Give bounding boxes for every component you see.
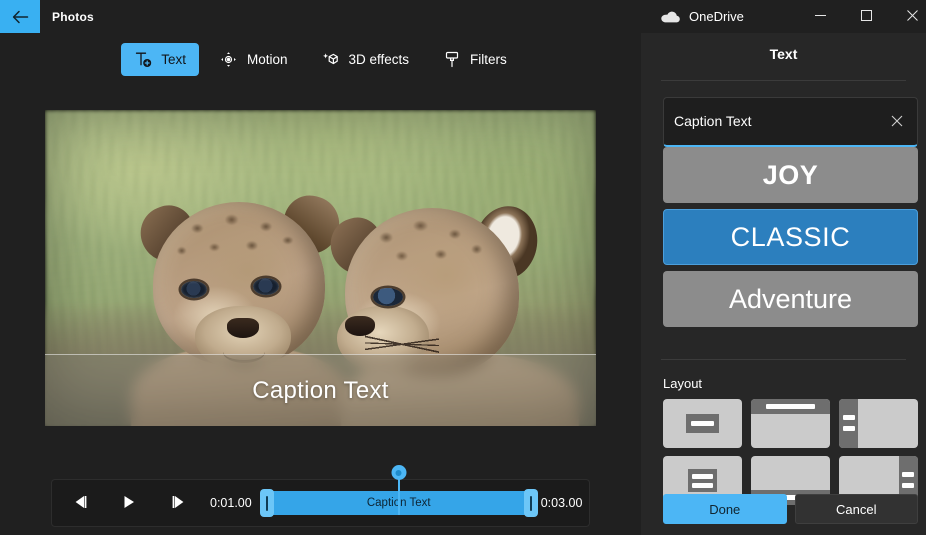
tool-3d-effects[interactable]: 3D effects — [309, 43, 423, 76]
layout-glyph-bar — [902, 472, 914, 477]
photos-video-editor-window: Photos OneDrive Text Motion 3D effects F… — [0, 0, 926, 535]
layout-option-left-column[interactable] — [839, 399, 918, 448]
text-settings-panel: Text JOY CLASSIC Adventure — [641, 33, 926, 535]
tool-filters[interactable]: Filters — [430, 43, 520, 76]
layout-glyph-bar — [902, 483, 914, 488]
clip-start-handle[interactable] — [259, 489, 274, 517]
app-title: Photos — [52, 9, 94, 24]
panel-divider — [661, 80, 906, 81]
layout-glyph-block — [688, 469, 717, 492]
motion-icon — [220, 50, 238, 68]
tool-text-label: Text — [161, 51, 186, 67]
layout-glyph-bar — [843, 415, 855, 420]
next-frame-button[interactable] — [158, 483, 198, 523]
playhead-handle[interactable] — [391, 465, 407, 480]
tool-motion-label: Motion — [246, 51, 288, 67]
style-name: CLASSIC — [730, 221, 851, 252]
layout-glyph-bar — [692, 474, 713, 479]
back-arrow-icon — [12, 10, 29, 24]
tool-text[interactable]: Text — [121, 42, 199, 76]
layout-option-top-bar[interactable] — [751, 399, 830, 448]
done-button[interactable]: Done — [663, 494, 787, 524]
clear-text-button[interactable] — [881, 106, 913, 138]
3d-effects-icon — [322, 50, 340, 68]
previous-frame-icon — [73, 495, 88, 512]
tool-filters-label: Filters — [470, 51, 507, 67]
back-button[interactable] — [0, 0, 40, 33]
cloud-icon — [661, 10, 680, 23]
close-button[interactable] — [889, 0, 926, 33]
styles-divider — [661, 359, 906, 360]
close-icon — [891, 115, 903, 130]
style-name: Adventure — [728, 283, 853, 314]
cancel-button[interactable]: Cancel — [794, 494, 918, 524]
layout-glyph-bar — [766, 404, 815, 409]
panel-title: Text — [769, 46, 798, 62]
style-option-adventure[interactable]: Adventure — [663, 271, 918, 327]
maximize-button[interactable] — [843, 0, 889, 33]
layout-option-centered-box[interactable] — [663, 399, 742, 448]
layout-section-label: Layout — [663, 376, 703, 391]
layout-glyph-block — [839, 399, 858, 448]
previous-frame-button[interactable] — [60, 483, 100, 523]
timeline-bar: 0:01.00 Caption Text 0:03.00 — [51, 465, 590, 527]
play-icon — [122, 495, 136, 512]
tool-3d-effects-label: 3D effects — [348, 51, 410, 67]
caption-overlay-band[interactable]: Caption Text — [45, 354, 596, 426]
editor-area: Text Motion 3D effects Filters Caption T… — [0, 33, 641, 535]
tool-motion[interactable]: Motion — [207, 43, 301, 76]
close-icon — [906, 9, 918, 24]
end-time-label: 0:03.00 — [540, 496, 583, 510]
clip-end-handle[interactable] — [523, 489, 538, 517]
layout-glyph-bar — [691, 421, 714, 426]
start-time-label: 0:01.00 — [210, 496, 252, 510]
panel-action-buttons: Done Cancel — [663, 494, 918, 524]
edit-tools-toolbar: Text Motion 3D effects Filters — [0, 38, 641, 80]
caption-overlay-text: Caption Text — [252, 376, 389, 404]
layout-options-grid — [663, 399, 918, 505]
video-preview[interactable]: Caption Text — [45, 110, 596, 426]
style-name: JOY — [762, 159, 819, 190]
filters-brush-icon — [443, 50, 461, 68]
next-frame-icon — [171, 495, 186, 512]
layout-glyph-bar — [692, 483, 713, 488]
style-option-joy[interactable]: JOY — [663, 147, 918, 203]
timeline-track[interactable]: Caption Text — [259, 465, 538, 517]
maximize-icon — [860, 9, 872, 24]
minimize-button[interactable] — [797, 0, 843, 33]
minimize-icon — [814, 9, 826, 24]
caption-input-wrapper[interactable] — [663, 97, 918, 147]
onedrive-label: OneDrive — [689, 9, 744, 24]
title-bar: Photos OneDrive — [0, 0, 926, 33]
text-add-icon — [134, 50, 152, 68]
layout-glyph-bar — [843, 426, 855, 431]
style-option-classic[interactable]: CLASSIC — [663, 209, 918, 265]
onedrive-indicator[interactable]: OneDrive — [661, 0, 744, 33]
caption-input[interactable] — [674, 98, 879, 144]
text-style-list[interactable]: JOY CLASSIC Adventure — [663, 147, 918, 343]
play-button[interactable] — [109, 483, 149, 523]
